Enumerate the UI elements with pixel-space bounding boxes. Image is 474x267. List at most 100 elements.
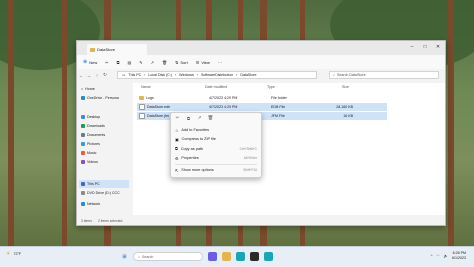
selected-count: 2 items selected xyxy=(97,219,123,223)
nav-home[interactable]: ⌂ Home xyxy=(81,85,95,93)
tab-bar: DataStore – □ ✕ xyxy=(77,41,445,55)
path-icon: ⧉ xyxy=(175,147,178,151)
more-button[interactable]: ··· xyxy=(218,60,222,65)
sort-label: Sort xyxy=(180,59,188,65)
picture-icon xyxy=(81,142,85,146)
store-icon[interactable] xyxy=(250,252,259,261)
col-name[interactable]: Name xyxy=(133,85,205,89)
menu-properties[interactable]: ⚙ Properties Alt+Enter xyxy=(175,154,257,162)
taskbar-search[interactable]: ⌕ Search xyxy=(133,252,203,261)
browser-icon[interactable] xyxy=(264,252,273,261)
new-label: New xyxy=(89,59,98,65)
zip-icon: ▣ xyxy=(175,137,179,142)
context-quick-actions: ✂ ⧉ ↗ 🗑 xyxy=(171,113,261,123)
menu-compress-zip[interactable]: ▣ Compress to ZIP file xyxy=(175,135,257,143)
search-icon: ⌕ xyxy=(138,254,141,259)
cut-icon[interactable]: ✂ xyxy=(105,60,108,65)
computer-icon xyxy=(81,182,85,186)
nav-videos[interactable]: Videos xyxy=(81,158,98,166)
nav-this-pc[interactable]: This PC xyxy=(79,180,129,188)
desktop-icon xyxy=(81,115,85,119)
nav-desktop[interactable]: Desktop xyxy=(81,113,100,121)
start-icon[interactable]: ⊞ xyxy=(120,252,129,261)
command-bar: ⊕ New ✂ ⧉ ▤ ✎ ↗ 🗑 ⇅ Sort ☰ View ··· xyxy=(77,55,445,69)
cut-icon[interactable]: ✂ xyxy=(175,115,180,121)
crumb-local-disk[interactable]: Local Disk (C:) xyxy=(148,73,172,77)
rename-icon[interactable]: ✎ xyxy=(139,60,142,65)
view-label: View xyxy=(201,59,210,65)
table-row[interactable]: Logs 4/7/2023 4:29 PM File folder xyxy=(137,94,387,102)
sort-button[interactable]: ⇅ Sort xyxy=(175,60,188,65)
close-button[interactable]: ✕ xyxy=(433,43,443,51)
copy-icon[interactable]: ⧉ xyxy=(117,60,120,65)
weather-widget[interactable]: ☀ 72°F xyxy=(6,251,21,257)
status-bar: 3 items 2 items selected xyxy=(77,217,445,225)
network-icon xyxy=(81,202,85,206)
system-tray: ^ ◠ 🔈 6:28 PM 6/1/2023 xyxy=(431,251,466,261)
view-icon: ☰ xyxy=(195,59,200,65)
disc-icon xyxy=(81,191,85,195)
sort-icon: ⇅ xyxy=(175,59,179,65)
menu-divider xyxy=(175,164,257,165)
video-icon xyxy=(81,160,85,164)
file-explorer-icon[interactable] xyxy=(222,252,231,261)
search-placeholder: Search DataStore xyxy=(337,73,366,77)
more-options-icon: ⇱ xyxy=(175,168,179,173)
weather-icon: ☀ xyxy=(6,251,11,257)
nav-pictures[interactable]: Pictures xyxy=(81,140,100,148)
wifi-icon[interactable]: ◠ xyxy=(436,254,439,258)
col-modified[interactable]: Date modified xyxy=(205,85,267,89)
copy-icon[interactable]: ⧉ xyxy=(186,116,191,121)
maximize-button[interactable]: □ xyxy=(420,43,430,51)
view-button[interactable]: ☰ View xyxy=(196,60,210,65)
up-icon[interactable]: ↑ xyxy=(93,73,101,78)
search-input[interactable]: ⌕ Search DataStore xyxy=(329,71,439,79)
new-button[interactable]: ⊕ New xyxy=(83,59,97,65)
pc-icon: ▭ xyxy=(122,73,126,77)
address-row: ← → ↑ ↻ ▭ This PC › Local Disk (C:) › Wind… xyxy=(77,69,445,81)
share-icon[interactable]: ↗ xyxy=(197,115,202,121)
home-icon: ⌂ xyxy=(81,87,84,91)
tab-datastore[interactable]: DataStore xyxy=(87,44,147,55)
folder-icon xyxy=(90,47,95,52)
col-size[interactable]: Size xyxy=(309,85,349,89)
volume-icon[interactable]: 🔈 xyxy=(444,254,448,258)
col-type[interactable]: Type xyxy=(267,85,309,89)
star-icon: ☆ xyxy=(175,128,179,133)
crumb-datastore[interactable]: DataStore xyxy=(240,73,256,77)
address-bar[interactable]: ▭ This PC › Local Disk (C:) › Windows › Sof… xyxy=(117,71,317,79)
menu-copy-as-path[interactable]: ⧉ Copy as path Ctrl+Shift+C xyxy=(175,145,257,153)
crumb-this-pc[interactable]: This PC xyxy=(128,73,141,77)
taskbar: ☀ 72°F ⊞ ⌕ Search ^ ◠ 🔈 6:28 PM 6/1/2023 xyxy=(0,246,474,267)
document-icon xyxy=(81,133,85,137)
minimize-button[interactable]: – xyxy=(407,43,417,51)
cloud-icon xyxy=(81,96,85,100)
search-icon: ⌕ xyxy=(333,73,336,77)
refresh-icon[interactable]: ↻ xyxy=(101,72,109,78)
menu-show-more-options[interactable]: ⇱ Show more options Shift+F10 xyxy=(175,166,257,174)
context-menu: ✂ ⧉ ↗ 🗑 ☆ Add to Favorites ▣ Compress to… xyxy=(170,112,262,178)
clock-date: 6/1/2023 xyxy=(452,256,466,260)
delete-icon[interactable]: 🗑 xyxy=(162,60,167,65)
nav-dvd-drive[interactable]: DVD Drive (D:) CCC xyxy=(81,189,120,197)
folder-icon xyxy=(139,96,144,100)
nav-onedrive[interactable]: OneDrive - Persona xyxy=(81,94,119,102)
back-icon[interactable]: ← xyxy=(77,73,85,78)
paste-icon[interactable]: ▤ xyxy=(127,60,131,65)
table-row[interactable]: DataStore.edb 4/7/2023 4:29 PM EDB File … xyxy=(137,103,387,111)
edge-icon[interactable] xyxy=(236,252,245,261)
clock[interactable]: 6:28 PM 6/1/2023 xyxy=(452,251,466,261)
forward-icon[interactable]: → xyxy=(85,73,93,78)
chevron-up-icon[interactable]: ^ xyxy=(431,254,433,258)
crumb-windows[interactable]: Windows xyxy=(179,73,194,77)
menu-add-to-favorites[interactable]: ☆ Add to Favorites xyxy=(175,126,257,134)
nav-documents[interactable]: Documents xyxy=(81,131,105,139)
teams-icon[interactable] xyxy=(208,252,217,261)
delete-icon[interactable]: 🗑 xyxy=(208,115,214,121)
nav-network[interactable]: Network xyxy=(81,200,100,208)
nav-music[interactable]: Music xyxy=(81,149,96,157)
share-icon[interactable]: ↗ xyxy=(151,60,154,65)
nav-downloads[interactable]: Downloads xyxy=(81,122,105,130)
plus-icon: ⊕ xyxy=(83,59,88,65)
crumb-softwaredistribution[interactable]: SoftwareDistribution xyxy=(201,73,233,77)
